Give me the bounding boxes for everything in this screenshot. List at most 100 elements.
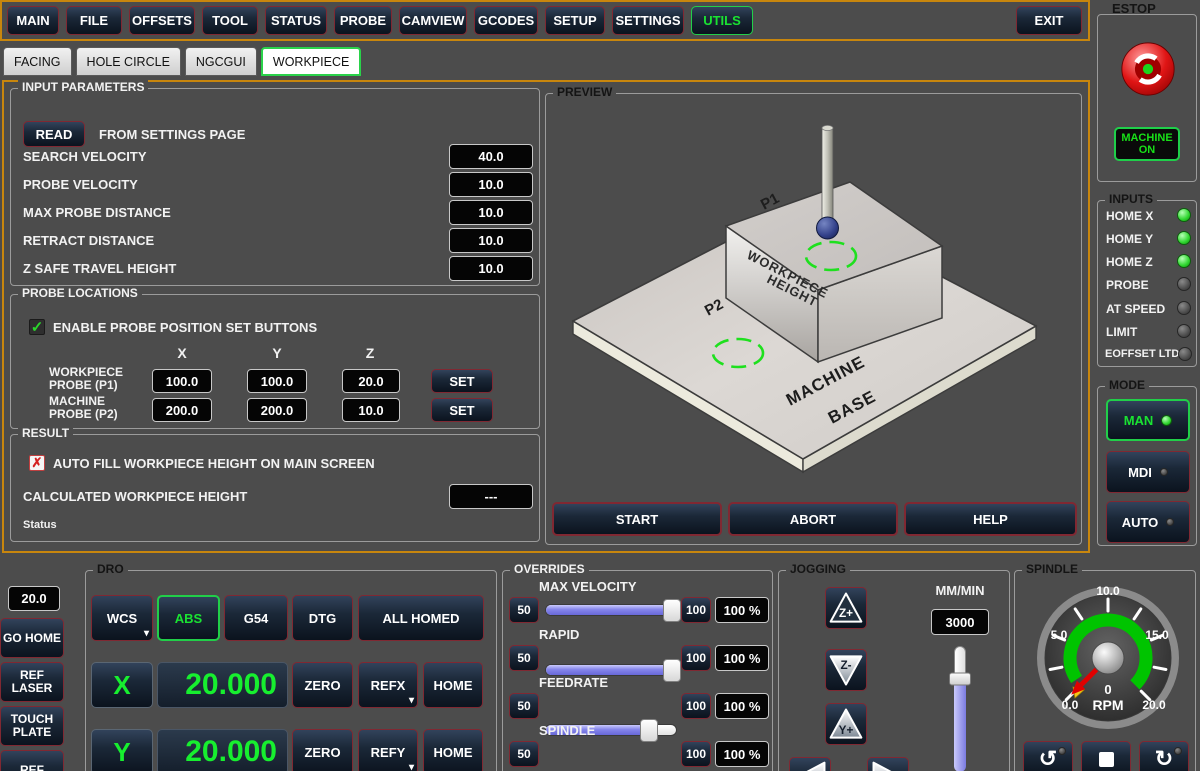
z-safe-travel-field[interactable]: 10.0 [449, 256, 533, 281]
p2-z-field[interactable]: 10.0 [342, 398, 400, 422]
menu-item-gcodes[interactable]: GCODES [474, 6, 538, 35]
jog-y-plus-button[interactable]: Y+ [825, 703, 867, 745]
axis-x-home-button[interactable]: HOME [423, 662, 483, 708]
enable-probe-set-checkbox[interactable]: ✓ [29, 319, 45, 335]
menu-item-file[interactable]: FILE [66, 6, 122, 35]
menu-item-utils-active[interactable]: UTILS [691, 6, 753, 35]
p2-y-field[interactable]: 200.0 [247, 398, 307, 422]
column-header-y: Y [257, 345, 297, 361]
axis-y-position-display: 20.000 [157, 729, 288, 771]
dro-title: DRO [93, 562, 128, 576]
spindle-forward-button[interactable]: ↻ [1139, 741, 1189, 771]
overrides-group: OVERRIDES MAX VELOCITY 50 100 100 % RAPI… [502, 570, 773, 771]
mode-mdi-label: MDI [1128, 465, 1152, 480]
overrides-title: OVERRIDES [510, 562, 589, 576]
axis-x-zero-button[interactable]: ZERO [292, 662, 353, 708]
search-velocity-field[interactable]: 40.0 [449, 144, 533, 169]
probe-velocity-field[interactable]: 10.0 [449, 172, 533, 197]
axis-x-ref-dropdown-button[interactable]: REFX ▾ [358, 662, 418, 708]
menu-item-setup[interactable]: SETUP [545, 6, 605, 35]
preview-title: PREVIEW [553, 85, 616, 99]
spindle-stop-button[interactable] [1081, 741, 1131, 771]
max-probe-distance-field[interactable]: 10.0 [449, 200, 533, 225]
axis-y-home-button[interactable]: HOME [423, 729, 483, 771]
read-button[interactable]: READ [23, 121, 85, 147]
retract-distance-field[interactable]: 10.0 [449, 228, 533, 253]
jog-rate-slider-handle[interactable] [949, 672, 971, 685]
ref-laser-button[interactable]: REF LASER [0, 662, 64, 702]
estop-button[interactable] [1120, 41, 1176, 97]
jog-z-plus-button[interactable]: Z+ [825, 587, 867, 629]
menu-item-main[interactable]: MAIN [7, 6, 59, 35]
axis-y-ref-dropdown-button[interactable]: REFY ▾ [358, 729, 418, 771]
touch-plate-button[interactable]: TOUCH PLATE [0, 706, 64, 746]
jogging-group: JOGGING Z+ Z- Y+ MM/MIN 3000 [778, 570, 1010, 771]
max-velocity-slider-fill [546, 605, 672, 615]
menu-item-tool[interactable]: TOOL [202, 6, 258, 35]
feedrate-max-button[interactable]: 100 [681, 693, 711, 719]
stop-square-icon [1099, 752, 1114, 767]
wcs-dropdown-button[interactable]: WCS ▾ [91, 595, 153, 641]
p2-set-button[interactable]: SET [431, 398, 493, 422]
jogging-title: JOGGING [786, 562, 850, 576]
menu-item-probe[interactable]: PROBE [334, 6, 392, 35]
jog-x-plus-button[interactable] [867, 757, 909, 771]
axis-x-button[interactable]: X [91, 662, 153, 708]
search-velocity-label: SEARCH VELOCITY [23, 149, 147, 164]
jog-rate-display[interactable]: 3000 [931, 609, 989, 635]
feedrate-min-button[interactable]: 50 [509, 693, 539, 719]
dtg-button[interactable]: DTG [292, 595, 353, 641]
menu-item-status[interactable]: STATUS [265, 6, 327, 35]
result-title: RESULT [18, 426, 73, 440]
tab-hole-circle[interactable]: HOLE CIRCLE [76, 47, 181, 76]
autofill-checkbox[interactable]: ✗ [29, 455, 45, 471]
exit-button[interactable]: EXIT [1016, 6, 1082, 35]
all-homed-button[interactable]: ALL HOMED [358, 595, 484, 641]
rapid-slider-handle[interactable] [663, 659, 681, 682]
menu-item-offsets[interactable]: OFFSETS [129, 6, 195, 35]
mode-man-button[interactable]: MAN [1106, 399, 1190, 441]
start-button[interactable]: START [552, 502, 722, 536]
menu-item-settings[interactable]: SETTINGS [612, 6, 684, 35]
spindle-max-button[interactable]: 100 [681, 741, 711, 767]
axis-y-zero-button[interactable]: ZERO [292, 729, 353, 771]
spindle-min-button[interactable]: 50 [509, 741, 539, 767]
max-velocity-slider-handle[interactable] [663, 599, 681, 622]
feedrate-slider-handle[interactable] [640, 719, 658, 742]
max-velocity-max-button[interactable]: 100 [681, 597, 711, 623]
p1-z-field[interactable]: 20.0 [342, 369, 400, 393]
tab-facing[interactable]: FACING [3, 47, 72, 76]
tab-ngcgui[interactable]: NGCGUI [185, 47, 257, 76]
max-velocity-min-button[interactable]: 50 [509, 597, 539, 623]
rapid-min-button[interactable]: 50 [509, 645, 539, 671]
spindle-percent-display: 100 % [715, 741, 769, 767]
p1-y-field[interactable]: 100.0 [247, 369, 307, 393]
g54-button[interactable]: G54 [224, 595, 288, 641]
abs-button[interactable]: ABS [157, 595, 220, 641]
p2-x-field[interactable]: 200.0 [152, 398, 212, 422]
mode-man-led [1161, 415, 1172, 426]
rapid-slider-fill [546, 665, 672, 675]
jog-x-minus-button[interactable] [789, 757, 831, 771]
mode-mdi-button[interactable]: MDI [1106, 451, 1190, 493]
jog-rate-slider[interactable] [949, 646, 971, 771]
machine-on-button[interactable]: MACHINE ON [1114, 127, 1180, 161]
mode-auto-button[interactable]: AUTO [1106, 501, 1190, 543]
touch-height-field[interactable]: 20.0 [8, 586, 60, 611]
p1-set-button[interactable]: SET [431, 369, 493, 393]
abort-button[interactable]: ABORT [728, 502, 898, 536]
spindle-reverse-button[interactable]: ↺ [1023, 741, 1073, 771]
menu-item-camview[interactable]: CAMVIEW [399, 6, 467, 35]
go-home-button[interactable]: GO HOME [0, 618, 64, 658]
jog-z-minus-button[interactable]: Z- [825, 649, 867, 691]
refy-label: REFY [371, 745, 406, 760]
input-home-z-led [1177, 254, 1191, 268]
help-button[interactable]: HELP [904, 502, 1077, 536]
rapid-max-button[interactable]: 100 [681, 645, 711, 671]
max-velocity-slider[interactable] [545, 604, 677, 616]
tab-workpiece-active[interactable]: WORKPIECE [261, 47, 361, 76]
chevron-down-icon: ▾ [144, 629, 149, 639]
p1-x-field[interactable]: 100.0 [152, 369, 212, 393]
ref-button[interactable]: REF [0, 750, 64, 771]
axis-y-button[interactable]: Y [91, 729, 153, 771]
